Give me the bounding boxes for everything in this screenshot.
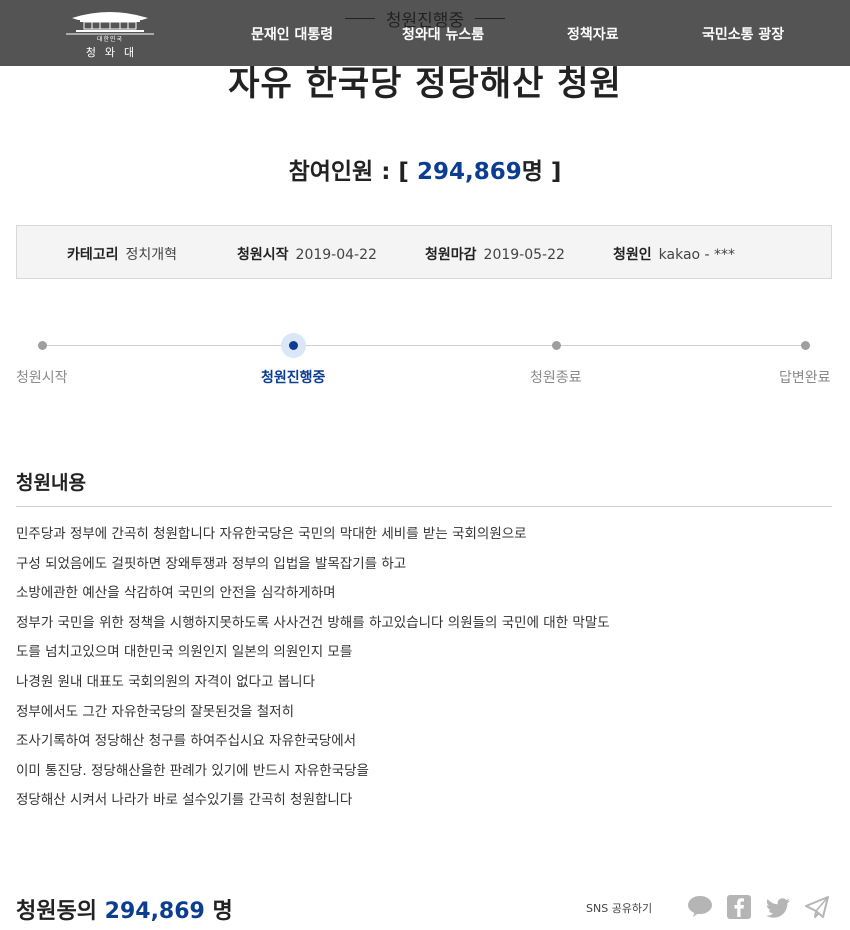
petition-info-box: 카테고리 정치개혁 청원시작 2019-04-22 청원마감 2019-05-22 청… bbox=[16, 225, 832, 279]
content-heading: 청원내용 bbox=[16, 472, 86, 494]
logo-text: 청와대 bbox=[85, 46, 144, 59]
content-line: 소방에관한 예산을 삭감하여 국민의 안전을 심각하게하며 bbox=[16, 585, 336, 602]
info-label: 청원인 bbox=[613, 247, 652, 263]
info-end-date: 청원마감 2019-05-22 bbox=[425, 244, 565, 264]
info-label: 카테고리 bbox=[67, 247, 119, 263]
info-value: 2019-05-22 bbox=[483, 247, 565, 263]
petition-content: 민주당과 정부에 간곡히 청원합니다 자유한국당은 국민의 막대한 세비를 받는… bbox=[16, 520, 832, 816]
info-value: 정치개혁 bbox=[125, 247, 178, 263]
participants-count: 참여인원 : [ 294,869명 ] bbox=[0, 152, 850, 186]
nav-newsroom[interactable]: 청와대 뉴스룸 bbox=[402, 24, 484, 44]
nav-policy[interactable]: 정책자료 bbox=[567, 24, 619, 44]
info-value: kakao - *** bbox=[658, 247, 736, 263]
info-petitioner: 청원인 kakao - *** bbox=[613, 244, 735, 264]
content-line: 나경원 원내 대표도 국회의원의 자격이 없다고 봅니다 bbox=[16, 673, 315, 690]
step-dot-closed bbox=[552, 341, 561, 350]
content-line: 정부가 국민을 위한 정책을 시행하지못하도록 사사건건 방해를 하고있습니다 … bbox=[16, 614, 610, 631]
step-dot-active bbox=[289, 341, 298, 350]
facebook-icon[interactable] bbox=[725, 893, 753, 921]
info-label: 청원시작 bbox=[237, 247, 289, 263]
participants-label: 참여인원 : [ bbox=[288, 159, 409, 185]
twitter-icon[interactable] bbox=[764, 893, 792, 921]
agree-unit: 명 bbox=[212, 899, 233, 924]
sns-share-label: SNS 공유하기 bbox=[586, 902, 653, 915]
step-label-in-progress: 청원진행중 bbox=[261, 370, 326, 386]
divider bbox=[16, 506, 832, 507]
kakaotalk-icon[interactable] bbox=[686, 893, 714, 921]
telegram-icon[interactable] bbox=[803, 893, 831, 921]
progress-track bbox=[42, 345, 806, 346]
content-line: 정당해산 시켜서 나라가 바로 설수있기를 간곡히 청원합니다 bbox=[16, 792, 353, 809]
content-line: 도를 넘치고있으며 대한민국 의원인지 일본의 의원인지 모를 bbox=[16, 644, 353, 661]
info-start-date: 청원시작 2019-04-22 bbox=[237, 244, 377, 264]
agree-count: 청원동의 294,869 명 bbox=[16, 893, 233, 925]
content-line: 이미 통진당. 정당해산을한 판례가 있기에 반드시 자유한국당을 bbox=[16, 762, 369, 779]
agree-number: 294,869 bbox=[104, 899, 205, 924]
agree-label: 청원동의 bbox=[16, 899, 97, 924]
info-value: 2019-04-22 bbox=[295, 247, 377, 263]
cheongwadae-logo[interactable]: 대한민국 청와대 bbox=[60, 8, 160, 59]
logo-small-text: 대한민국 bbox=[96, 36, 124, 43]
participants-unit: 명 ] bbox=[521, 159, 562, 185]
content-line: 조사기록하여 정당해산 청구를 하여주십시요 자유한국당에서 bbox=[16, 733, 357, 750]
info-category: 카테고리 정치개혁 bbox=[67, 244, 177, 264]
blue-house-emblem-icon bbox=[66, 12, 154, 35]
step-label-start: 청원시작 bbox=[16, 370, 68, 386]
info-label: 청원마감 bbox=[425, 247, 477, 263]
step-label-closed: 청원종료 bbox=[530, 370, 582, 386]
top-navigation-bar: 대한민국 청와대 문재인 대통령 청와대 뉴스룸 정책자료 국민소통 광장 bbox=[0, 0, 850, 66]
step-dot-answered bbox=[801, 341, 810, 350]
participants-number: 294,869 bbox=[416, 159, 522, 185]
nav-communication[interactable]: 국민소통 광장 bbox=[702, 24, 784, 44]
content-line: 정부에서도 그간 자유한국당의 잘못된것을 철저히 bbox=[16, 703, 294, 720]
step-dot-start bbox=[38, 341, 47, 350]
nav-president[interactable]: 문재인 대통령 bbox=[251, 24, 333, 44]
step-label-answered: 답변완료 bbox=[779, 370, 831, 386]
content-line: 민주당과 정부에 간곡히 청원합니다 자유한국당은 국민의 막대한 세비를 받는… bbox=[16, 526, 527, 542]
content-line: 구성 되었음에도 걸핏하면 장왜투쟁과 정부의 입법을 발목잡기를 하고 bbox=[16, 555, 407, 572]
